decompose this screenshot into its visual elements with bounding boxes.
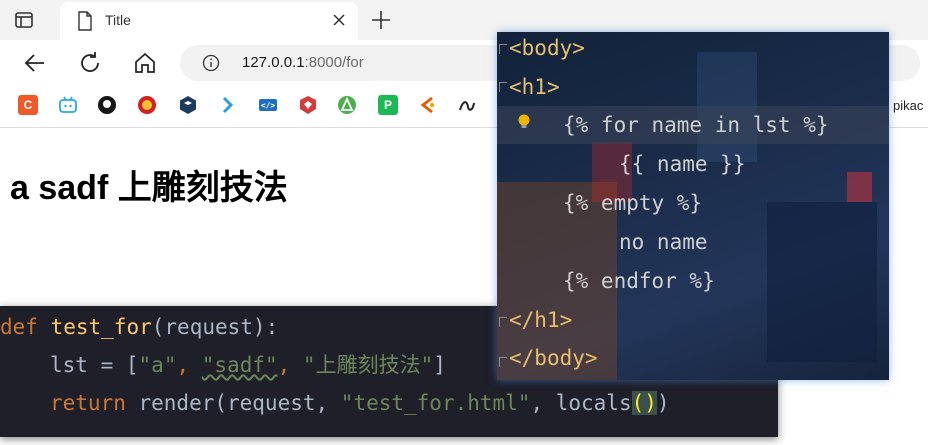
template-line: </h1> bbox=[509, 301, 572, 339]
bookmark-github-icon[interactable] bbox=[97, 95, 117, 115]
paren: ( bbox=[151, 315, 165, 339]
bracket: [ bbox=[125, 353, 139, 377]
fold-marker[interactable] bbox=[499, 82, 507, 92]
argument: request bbox=[164, 315, 253, 339]
template-tag: {% endfor %} bbox=[563, 269, 715, 293]
bookmark-pikac-label[interactable]: pikac bbox=[893, 98, 923, 113]
paren-colon: ): bbox=[252, 315, 279, 339]
new-tab-icon[interactable] bbox=[370, 9, 392, 31]
template-line: <body> bbox=[509, 32, 585, 67]
template-line-current: {% for name in lst %} bbox=[497, 106, 889, 144]
tag-close: > bbox=[572, 36, 585, 60]
keyword-def: def bbox=[0, 315, 38, 339]
back-arrow-icon[interactable] bbox=[22, 50, 48, 76]
background-art bbox=[767, 202, 877, 362]
variable-lst: lst bbox=[50, 353, 88, 377]
template-text: no name bbox=[619, 230, 708, 254]
tag-name: body bbox=[521, 36, 573, 60]
code-line: lst = ["a", "sadf", "上雕刻技法"] bbox=[50, 346, 446, 384]
bookmark-badge-icon[interactable] bbox=[137, 95, 157, 115]
string-literal: "a" bbox=[138, 353, 177, 377]
tag-name: body bbox=[534, 346, 585, 370]
url-text[interactable]: 127.0.0.1:8000/for bbox=[242, 54, 364, 71]
closing-paren: ) bbox=[656, 391, 670, 415]
tag-open: </ bbox=[509, 308, 535, 332]
bookmark-android-icon[interactable] bbox=[337, 95, 357, 115]
svg-text:</>: </> bbox=[261, 101, 276, 110]
template-line: </body> bbox=[509, 339, 598, 377]
template-tag: {% for name in lst %} bbox=[563, 113, 829, 137]
template-line: {% endfor %} bbox=[563, 262, 715, 300]
bookmark-p-icon[interactable]: P bbox=[378, 95, 398, 115]
template-editor-panel: <body> <h1> {% for name in lst %} {{ nam… bbox=[497, 32, 889, 380]
tag-close: > bbox=[584, 346, 598, 370]
bookmark-code-icon[interactable]: </> bbox=[258, 95, 278, 115]
info-icon[interactable] bbox=[202, 54, 220, 72]
template-line: no name bbox=[619, 223, 708, 261]
bracket: ] bbox=[433, 353, 446, 377]
string-literal: "test_for.html" bbox=[340, 391, 531, 415]
template-variable: {{ name }} bbox=[619, 152, 746, 176]
lightbulb-icon[interactable] bbox=[517, 113, 531, 131]
home-icon[interactable] bbox=[132, 50, 158, 76]
tab-title: Title bbox=[105, 12, 131, 28]
assign-op: = bbox=[87, 353, 126, 377]
render-call: render(request, bbox=[125, 391, 341, 415]
bookmark-script-icon[interactable] bbox=[457, 95, 477, 115]
tag-close: > bbox=[559, 308, 573, 332]
template-line: <h1> bbox=[509, 68, 560, 106]
tag-open: < bbox=[509, 75, 522, 99]
bookmark-cube-icon[interactable] bbox=[178, 95, 198, 115]
string-literal: "上雕刻技法" bbox=[302, 353, 434, 377]
bookmark-shield-icon[interactable] bbox=[298, 95, 318, 115]
active-tab[interactable]: Title bbox=[60, 2, 358, 40]
url-host: 127.0.0.1 bbox=[242, 54, 305, 71]
template-line: {{ name }} bbox=[619, 145, 745, 183]
keyword-return: return bbox=[50, 391, 126, 415]
tag-close: > bbox=[546, 75, 560, 99]
bookmark-bilibili-icon[interactable] bbox=[58, 95, 78, 115]
code-line: def test_for(request): bbox=[0, 308, 278, 346]
comma: , bbox=[277, 353, 303, 377]
bookmark-csdn-icon[interactable]: C bbox=[18, 95, 38, 115]
tag-open: < bbox=[509, 36, 522, 60]
string-literal: "sadf" bbox=[201, 353, 278, 377]
function-name: test_for bbox=[50, 315, 152, 339]
url-path: :8000/for bbox=[304, 54, 364, 71]
close-icon[interactable] bbox=[330, 11, 348, 29]
template-tag: {% empty %} bbox=[563, 191, 703, 215]
tab-actions-icon[interactable] bbox=[14, 10, 34, 30]
locals-call: , locals bbox=[530, 391, 632, 415]
fold-marker[interactable] bbox=[499, 44, 507, 54]
fold-marker[interactable] bbox=[499, 317, 507, 327]
page-heading: a sadf 上雕刻技法 bbox=[10, 169, 288, 207]
bookmark-arrow-icon[interactable] bbox=[218, 95, 238, 115]
bookmark-swirl-icon[interactable] bbox=[418, 95, 438, 115]
matched-parens: () bbox=[631, 391, 657, 415]
tag-name: h1 bbox=[534, 308, 560, 332]
page-icon bbox=[78, 11, 92, 31]
tag-name: h1 bbox=[521, 75, 547, 99]
fold-marker[interactable] bbox=[499, 357, 507, 367]
code-line: return render(request, "test_for.html", … bbox=[50, 384, 670, 422]
refresh-icon[interactable] bbox=[77, 50, 103, 76]
template-line: {% empty %} bbox=[563, 184, 702, 222]
tag-open: </ bbox=[509, 346, 535, 370]
background-art bbox=[847, 172, 872, 202]
comma: , bbox=[176, 353, 202, 377]
